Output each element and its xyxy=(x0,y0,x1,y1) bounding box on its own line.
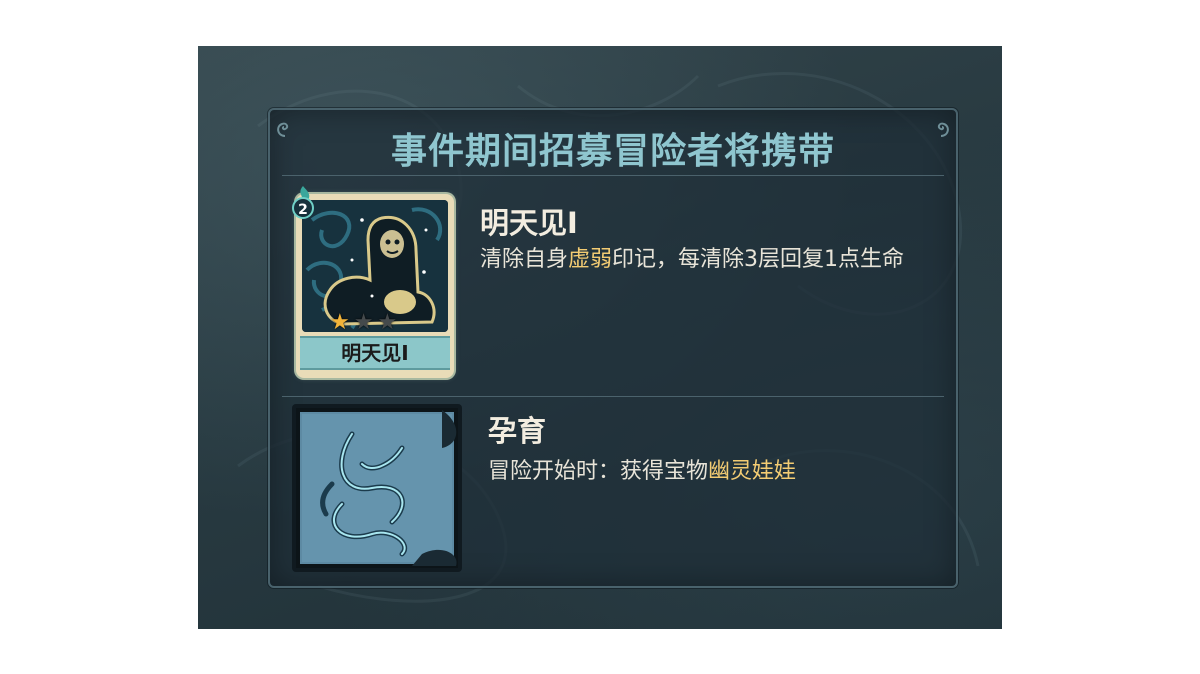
desc-text: 印记，每清除3层回复1点生命 xyxy=(612,247,905,272)
skill-name: 明天见I xyxy=(480,206,578,240)
relic-icon-frame[interactable] xyxy=(292,404,462,572)
skill-description: 清除自身虚弱印记，每清除3层回复1点生命 xyxy=(480,244,940,276)
divider xyxy=(282,396,944,397)
card-name-banner: 明天见I xyxy=(300,336,450,370)
thorn-vine-icon xyxy=(296,408,458,568)
star-icon: ★ xyxy=(353,310,374,335)
panel-title: 事件期间招募冒险者将携带 xyxy=(390,131,835,172)
recruit-info-panel: 事件期间招募冒险者将携带 ★ ★ ★ 明天见I 2 明天见I 清除自身虚弱印记，… xyxy=(268,108,958,588)
skill-description: 冒险开始时：获得宝物幽灵娃娃 xyxy=(488,456,928,488)
desc-highlight: 幽灵娃娃 xyxy=(708,459,797,484)
desc-text: 清除自身 xyxy=(480,247,569,272)
cost-badge: 2 xyxy=(292,197,314,219)
divider xyxy=(282,175,944,176)
game-scene-background: 事件期间招募冒险者将携带 ★ ★ ★ 明天见I 2 明天见I 清除自身虚弱印记，… xyxy=(198,46,1002,629)
star-icon: ★ xyxy=(330,310,350,335)
star-icon: ★ xyxy=(377,310,398,335)
skill-name: 孕育 xyxy=(488,414,547,448)
desc-highlight: 虚弱 xyxy=(568,247,613,272)
desc-text: 冒险开始时：获得宝物 xyxy=(488,459,709,484)
adventurer-card[interactable]: ★ ★ ★ 明天见I xyxy=(296,194,454,378)
star-rating: ★ ★ ★ xyxy=(330,312,397,334)
